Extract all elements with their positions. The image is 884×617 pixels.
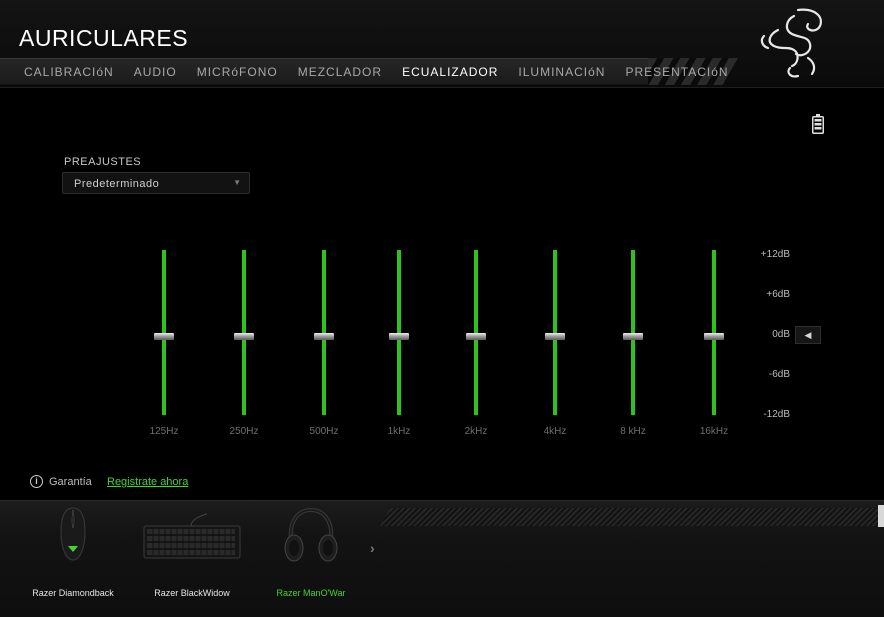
razer-snake-logo <box>760 8 822 78</box>
eq-band-4khz: 4kHz <box>525 250 585 440</box>
eq-frequency-label: 250Hz <box>229 426 259 437</box>
tab-calibracion[interactable]: CALIBRACIóN <box>24 65 114 79</box>
device-razer-manowar[interactable]: Razer ManO'War <box>246 506 376 606</box>
device-name: Razer ManO'War <box>276 588 346 598</box>
eq-slider-thumb[interactable] <box>704 333 724 340</box>
device-name: Razer Diamondback <box>32 588 114 598</box>
eq-slider-thumb[interactable] <box>154 333 174 340</box>
headset-icon <box>284 507 338 562</box>
tab-mezclador[interactable]: MEZCLADOR <box>298 65 382 79</box>
tabs: CALIBRACIóN AUDIO MICRóFONO MEZCLADOR EC… <box>14 58 739 85</box>
warranty-label: Garantía <box>49 476 92 488</box>
chevron-right-icon[interactable]: › <box>370 540 375 556</box>
eq-slider-thumb[interactable] <box>545 333 565 340</box>
eq-frequency-label: 1kHz <box>387 426 411 437</box>
device-razer-diamondback[interactable]: Razer Diamondback <box>8 506 138 606</box>
eq-frequency-label: 4kHz <box>543 426 567 437</box>
eq-frequency-label: 2kHz <box>464 426 488 437</box>
header-divider <box>0 87 884 88</box>
device-name: Razer BlackWidow <box>154 588 230 598</box>
eq-slider-thumb[interactable] <box>234 333 254 340</box>
db-scale-label: -6dB <box>768 369 790 380</box>
presets-dropdown[interactable]: Predeterminado ▼ <box>62 172 250 194</box>
page-title: AURICULARES <box>19 25 189 51</box>
eq-slider-thumb[interactable] <box>466 333 486 340</box>
eq-frequency-label: 16kHz <box>699 426 729 437</box>
eq-band-1khz: 1kHz <box>369 250 429 440</box>
presets-label: PREAJUSTES <box>64 156 142 168</box>
db-scale-label: +12dB <box>760 249 790 260</box>
presets-selected-value: Predeterminado <box>74 178 160 190</box>
eq-frequency-label: 8 kHz <box>620 426 646 437</box>
eq-frequency-label: 125Hz <box>149 426 179 437</box>
tab-audio[interactable]: AUDIO <box>134 65 177 79</box>
eq-band-8khz: 8 kHz <box>603 250 663 440</box>
battery-icon <box>812 114 824 134</box>
db-scale-label: 0dB <box>772 329 790 340</box>
eq-band-16khz: 16kHz <box>684 250 744 440</box>
tab-microfono[interactable]: MICRóFONO <box>197 65 278 79</box>
eq-band-500hz: 500Hz <box>294 250 354 440</box>
eq-slider-thumb[interactable] <box>314 333 334 340</box>
db-scale-label: -12dB <box>763 409 790 420</box>
device-razer-blackwidow[interactable]: Razer BlackWidow <box>127 506 257 606</box>
eq-band-250hz: 250Hz <box>214 250 274 440</box>
eq-band-2khz: 2kHz <box>446 250 506 440</box>
db-scale-label: +6dB <box>766 289 790 300</box>
chevron-down-icon: ▼ <box>233 178 241 187</box>
tray-scroll-handle[interactable] <box>878 505 884 527</box>
device-tray-decoration <box>380 508 884 526</box>
zero-db-marker-icon[interactable]: ◀ <box>795 326 821 344</box>
eq-frequency-label: 500Hz <box>309 426 339 437</box>
eq-band-125hz: 125Hz <box>134 250 194 440</box>
tab-ecualizador[interactable]: ECUALIZADOR <box>402 65 498 79</box>
eq-slider-thumb[interactable] <box>623 333 643 340</box>
register-now-link[interactable]: Registrate ahora <box>107 476 188 488</box>
info-icon: i <box>30 475 43 488</box>
mouse-icon <box>60 507 86 561</box>
tab-iluminacion[interactable]: ILUMINACIóN <box>518 65 605 79</box>
tab-presentacion[interactable]: PRESENTACIóN <box>625 65 728 79</box>
keyboard-icon <box>143 513 241 559</box>
eq-slider-thumb[interactable] <box>389 333 409 340</box>
